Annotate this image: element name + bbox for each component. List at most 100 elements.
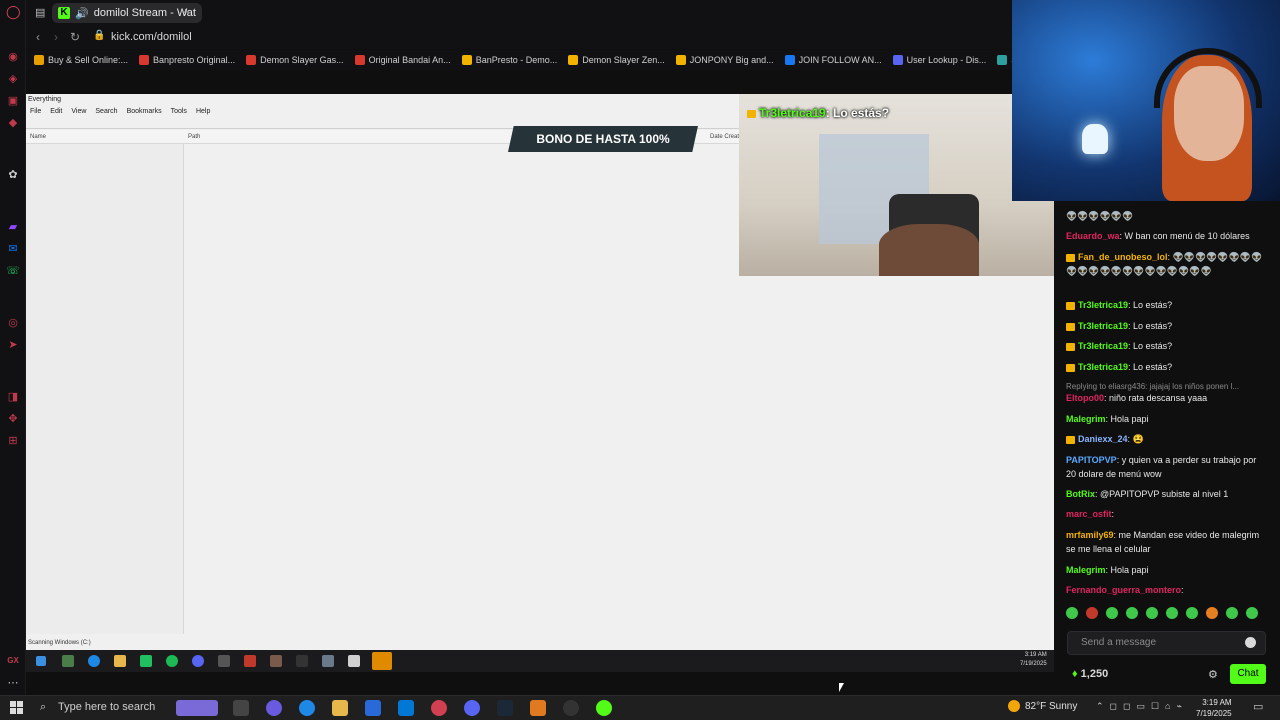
channel-points[interactable]: ♦ 1,250 (1072, 668, 1108, 680)
outlook-icon[interactable] (398, 700, 414, 716)
emote-icon[interactable] (1246, 607, 1258, 619)
emote-icon[interactable] (1086, 607, 1098, 619)
weather-widget[interactable]: 82°F Sunny (1008, 700, 1077, 712)
chat-username[interactable]: Malegrim (1066, 565, 1106, 575)
opera-logo-icon[interactable]: ◯ (6, 5, 21, 19)
chat-message[interactable]: Eltopo00: niño rata descansa yaaa (1066, 391, 1266, 405)
steam-icon[interactable] (497, 700, 513, 716)
sidebar-icon-5[interactable]: ◨ (6, 390, 20, 404)
tab-active[interactable]: K 🔊 domilol Stream - Wat (52, 3, 202, 23)
page-header (26, 70, 1054, 94)
search-highlight-icon[interactable] (176, 700, 218, 716)
url-field[interactable]: kick.com/domilol (111, 31, 192, 43)
bookmark-item[interactable]: BanPresto - Demo... (461, 55, 557, 65)
chat-message[interactable]: Tr3letrica19: Lo estás? (1066, 298, 1266, 312)
chat-message[interactable]: Malegrim: Hola papi (1066, 563, 1266, 577)
bookmark-item[interactable]: JONPONY Big and... (675, 55, 774, 65)
player-icon[interactable]: ◎ (6, 316, 20, 330)
sidebar-icon-1[interactable]: ◉ (6, 50, 20, 64)
bookmark-item[interactable]: Demon Slayer Zen... (568, 55, 665, 65)
chat-username[interactable]: Tr3letrica19 (1078, 321, 1128, 331)
opera-icon[interactable] (431, 700, 447, 716)
chat-username[interactable]: mrfamily69 (1066, 530, 1114, 540)
emote-icon[interactable] (1186, 607, 1198, 619)
chat-username[interactable]: Eduardo_wa (1066, 231, 1120, 241)
chat-message[interactable]: PAPITOPVP: y quien va a perder su trabaj… (1066, 453, 1266, 481)
new-tab-button[interactable]: + (182, 5, 189, 19)
chat-message[interactable]: Fan_de_unobeso_lol: 👽👽👽👽👽👽👽👽👽👽👽👽👽👽👽👽👽👽👽👽… (1066, 250, 1266, 278)
emoji-picker-icon[interactable] (1245, 637, 1256, 648)
chat-input[interactable]: Send a message (1067, 631, 1266, 655)
chat-message[interactable]: mrfamily69: me Mandan ese video de maleg… (1066, 528, 1266, 556)
chat-message[interactable]: Eduardo_wa: W ban con menú de 10 dólares (1066, 229, 1266, 243)
sidebar-icon-7[interactable]: ⊞ (6, 434, 20, 448)
forward-button[interactable]: › (54, 30, 58, 44)
sidebar-icon-2[interactable]: ◈ (6, 72, 20, 86)
chat-message[interactable]: BotRix: @PAPITOPVP subiste al nivel 1 (1066, 487, 1266, 501)
chat-send-button[interactable]: Chat (1230, 664, 1266, 684)
chat-settings-gear-icon[interactable]: ⚙ (1208, 668, 1218, 681)
chat-message[interactable]: Malegrim: Hola papi (1066, 412, 1266, 426)
chat-message[interactable]: Fernando_guerra_montero: (1066, 583, 1266, 597)
chat-message[interactable]: Tr3letrica19: Lo estás? (1066, 319, 1266, 333)
more-icon[interactable]: ⋯ (6, 676, 20, 690)
copilot-icon[interactable] (266, 700, 282, 716)
chat-username[interactable]: Tr3letrica19 (1078, 341, 1128, 351)
chat-username[interactable]: BotRix (1066, 489, 1095, 499)
store-icon[interactable] (365, 700, 381, 716)
chat-username[interactable]: Fernando_guerra_montero (1066, 585, 1181, 595)
system-tray-icons[interactable]: ⌃◻◻▭☐⌂⌁ (1096, 701, 1188, 712)
stream-video[interactable]: Everything File Edit View Search Bookmarks To… (26, 94, 1054, 650)
emote-icon[interactable] (1066, 607, 1078, 619)
ai-icon[interactable]: ✿ (6, 168, 20, 182)
discord-icon[interactable] (464, 700, 480, 716)
sidebar-icon-6[interactable]: ✥ (6, 412, 20, 426)
chat-username[interactable]: Fan_de_unobeso_lol (1078, 252, 1168, 262)
app-icon[interactable] (530, 700, 546, 716)
chat-message[interactable]: marc_osfit: (1066, 507, 1266, 521)
send-icon[interactable]: ➤ (6, 338, 20, 352)
back-button[interactable]: ‹ (36, 30, 40, 44)
bookmark-item[interactable]: Demon Slayer Gas... (246, 55, 344, 65)
notification-icon[interactable]: ▭ (1253, 700, 1263, 713)
chat-username[interactable]: Eltopo00 (1066, 393, 1104, 403)
edge-icon[interactable] (299, 700, 315, 716)
emote-icon[interactable] (1206, 607, 1218, 619)
chat-message[interactable]: Tr3letrica19: Lo estás? (1066, 339, 1266, 353)
chat-message[interactable]: 👽👽👽👽👽👽 (1066, 209, 1266, 223)
chat-username[interactable]: Malegrim (1066, 414, 1106, 424)
task-view-icon[interactable] (233, 700, 249, 716)
twitch-icon[interactable]: ▰ (6, 220, 20, 234)
chat-username[interactable]: Daniexx_24 (1078, 434, 1128, 444)
bookmark-item[interactable]: Stocking & (997, 55, 1012, 65)
reload-button[interactable]: ↻ (70, 30, 80, 44)
start-button[interactable] (10, 701, 23, 714)
chat-username[interactable]: Tr3letrica19 (1078, 300, 1128, 310)
kick-app-icon[interactable] (596, 700, 612, 716)
chat-username[interactable]: marc_osfit (1066, 509, 1112, 519)
emote-icon[interactable] (1226, 607, 1238, 619)
emote-icon[interactable] (1126, 607, 1138, 619)
speaker-icon[interactable]: 🔊 (75, 7, 89, 20)
chat-username[interactable]: Tr3letrica19 (1078, 362, 1128, 372)
tab-manager-icon[interactable]: ▤ (35, 6, 45, 19)
bookmark-item[interactable]: Banpresto Original... (139, 55, 235, 65)
gx-icon[interactable]: GX (6, 654, 20, 668)
emote-icon[interactable] (1146, 607, 1158, 619)
bookmark-item[interactable]: JOIN FOLLOW AN... (784, 55, 882, 65)
bookmark-item[interactable]: User Lookup - Dis... (892, 55, 986, 65)
sidebar-icon-4[interactable]: ◆ (6, 116, 20, 130)
chat-message[interactable]: Tr3letrica19: Lo estás? (1066, 360, 1266, 374)
whatsapp-icon[interactable]: ☏ (6, 264, 20, 278)
chat-username[interactable]: PAPITOPVP (1066, 455, 1117, 465)
taskbar-clock[interactable]: 3:19 AM 7/19/2025 (1196, 697, 1232, 719)
file-explorer-icon[interactable] (332, 700, 348, 716)
emote-icon[interactable] (1106, 607, 1118, 619)
sidebar-icon-3[interactable]: ▣ (6, 94, 20, 108)
messenger-icon[interactable]: ✉ (6, 242, 20, 256)
obs-icon[interactable] (563, 700, 579, 716)
chat-message[interactable]: Daniexx_24: 😫 (1066, 432, 1266, 446)
emote-icon[interactable] (1166, 607, 1178, 619)
bookmark-item[interactable]: Original Bandai An... (354, 55, 451, 65)
bookmark-item[interactable]: Buy & Sell Online:... (34, 55, 128, 65)
